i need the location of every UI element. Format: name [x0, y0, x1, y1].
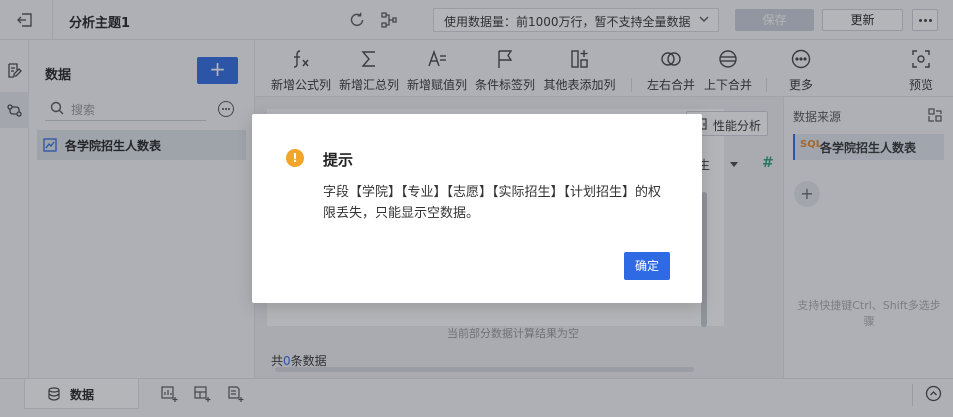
warning-icon: !: [286, 149, 304, 167]
confirm-button[interactable]: 确定: [624, 252, 670, 280]
dialog-title: 提示: [323, 151, 354, 169]
alert-dialog: ! 提示 字段【学院】【专业】【志愿】【实际招生】【计划招生】的权限丢失，只能显…: [252, 114, 702, 303]
dialog-message: 字段【学院】【专业】【志愿】【实际招生】【计划招生】的权限丢失，只能显示空数据。: [323, 185, 662, 221]
